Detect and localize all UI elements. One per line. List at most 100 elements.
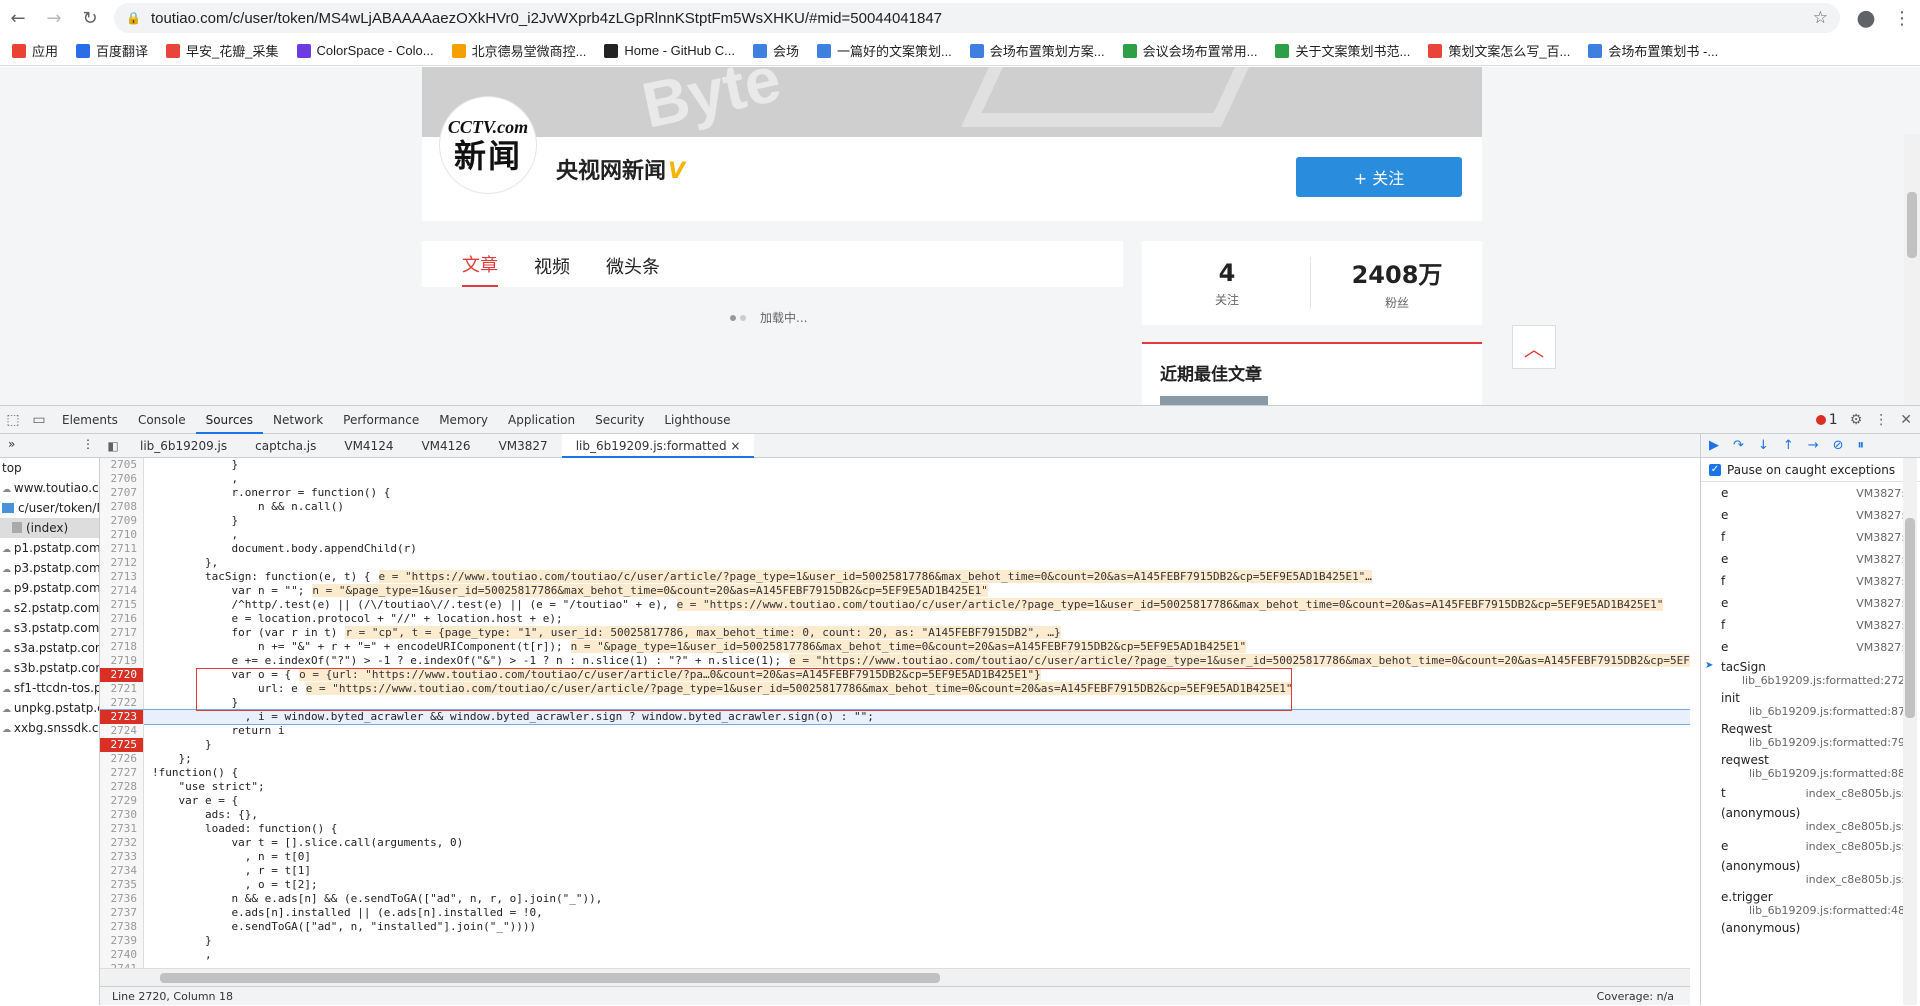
step-out-icon[interactable]: ↑ [1783,438,1794,453]
file-tree-item[interactable]: ☁ sf1-ttcdn-tos.psta [0,678,99,698]
breakpoint-line-number[interactable]: 2725 [100,738,144,752]
file-tree-item[interactable]: ☁ xxbg.snssdk.com [0,718,99,738]
bookmark-item[interactable]: 应用 [12,41,58,60]
line-number[interactable]: 2731 [100,822,144,836]
line-number[interactable]: 2740 [100,948,144,962]
line-number[interactable]: 2708 [100,500,144,514]
code-line[interactable]: 2707 r.onerror = function() { [100,486,1690,500]
bookmark-star-icon[interactable]: ☆ [1813,8,1828,28]
tab-1[interactable]: 视频 [534,253,570,287]
line-number[interactable]: 2727 [100,766,144,780]
line-number[interactable]: 2714 [100,584,144,598]
code-line[interactable]: 2723 , i = window.byted_acrawler && wind… [100,709,1690,725]
bookmark-item[interactable]: 百度翻译 [76,41,148,60]
page-scrollbar-thumb[interactable] [1907,192,1917,258]
bookmark-item[interactable]: 早安_花瓣_采集 [166,41,279,60]
step-over-icon[interactable]: ↷ [1733,438,1744,453]
more-panes-icon[interactable]: » [8,437,15,451]
line-number[interactable]: 2705 [100,458,144,472]
breakpoint-line-number[interactable]: 2723 [100,710,144,724]
step-into-icon[interactable]: ↓ [1758,438,1769,453]
call-frame[interactable]: tacSignlib_6b19209.js:formatted:2723 [1701,658,1920,689]
code-line[interactable]: 2713 tacSign: function(e, t) {e = "https… [100,570,1690,584]
code-editor[interactable]: 2705 } 2706 , 2707 r.onerror = function() … [100,458,1690,968]
line-number[interactable]: 2733 [100,850,144,864]
line-number[interactable]: 2729 [100,794,144,808]
step-icon[interactable]: → [1808,438,1819,453]
call-frame[interactable]: t index_c8e805b.js:2 [1701,782,1920,804]
pause-caught-exceptions-option[interactable]: ✓ Pause on caught exceptions [1701,458,1920,482]
code-line[interactable]: 2717 for (var r in t) r = "cp", t = {page… [100,626,1690,640]
call-frame[interactable]: init lib_6b19209.js:formatted:877 [1701,689,1920,720]
code-line[interactable]: 2714 var n = ""; n = "&page_type=1&user_i… [100,584,1690,598]
file-tree-item[interactable]: ☁ unpkg.pstatp.com [0,698,99,718]
breakpoint-line-number[interactable]: 2720 [100,668,144,682]
bookmark-item[interactable]: 会场布置策划方案... [969,41,1105,60]
bookmark-item[interactable]: 会场 [752,41,799,60]
resume-icon[interactable]: ▶ [1709,438,1719,453]
line-number[interactable]: 2715 [100,598,144,612]
code-line[interactable]: 2732 var t = [].slice.call(arguments, 0) [100,836,1690,850]
call-frame[interactable]: f VM3827:1 [1701,526,1920,548]
file-tree-item[interactable]: top [0,458,99,478]
address-bar[interactable]: 🔒 toutiao.com/c/user/token/MS4wLjABAAAAa… [114,3,1840,33]
devtools-tab-application[interactable]: Application [498,406,585,434]
back-to-top-icon[interactable]: ︿ [1512,325,1556,369]
bookmark-item[interactable]: 会场布置策划书 -... [1588,41,1718,60]
line-number[interactable]: 2710 [100,528,144,542]
page-scrollbar[interactable] [1904,134,1920,405]
call-frame[interactable]: e VM3827:1 [1701,636,1920,658]
line-number[interactable]: 2735 [100,878,144,892]
code-line[interactable]: 2706 , [100,472,1690,486]
code-line[interactable]: 2705 } [100,458,1690,472]
debugger-scrollbar[interactable] [1903,458,1917,1005]
navigator-menu-icon[interactable]: ⋮ [82,437,94,451]
call-frame[interactable]: e.trigger lib_6b19209.js:formatted:483 [1701,888,1920,919]
line-number[interactable]: 2724 [100,724,144,738]
code-line[interactable]: 2722 } [100,696,1690,710]
line-number[interactable]: 2717 [100,626,144,640]
line-number[interactable]: 2737 [100,906,144,920]
line-number[interactable]: 2706 [100,472,144,486]
call-frame[interactable]: e index_c8e805b.js:2 [1701,835,1920,857]
editor-tab[interactable]: VM4126 [407,434,484,458]
call-frame[interactable]: e VM3827:1 [1701,504,1920,526]
call-frame[interactable]: e VM3827:1 [1701,548,1920,570]
code-scrollbar-thumb[interactable] [160,973,940,983]
more-options-icon[interactable]: ⋮ [1874,412,1888,428]
file-tree-item[interactable]: ☁ s3a.pstatp.com [0,638,99,658]
call-frame[interactable]: (anonymous) index_c8e805b.js:2 [1701,857,1920,888]
pause-exceptions-icon[interactable]: ⏸ [1858,438,1865,453]
toggle-navigator-icon[interactable]: ◧ [100,439,126,453]
line-number[interactable]: 2719 [100,654,144,668]
line-number[interactable]: 2711 [100,542,144,556]
reload-icon[interactable]: ↻ [72,0,108,36]
call-frame[interactable]: Reqwest lib_6b19209.js:formatted:792 [1701,720,1920,751]
code-line[interactable]: 2729 var e = { [100,794,1690,808]
line-number[interactable]: 2728 [100,780,144,794]
file-tree-item[interactable]: c/user/token/M [0,498,99,518]
avatar[interactable]: CCTV.com 新闻 [440,97,536,193]
code-line[interactable]: 2738 e.sendToGA(["ad", n, "installed"].j… [100,920,1690,934]
checkbox-checked-icon[interactable]: ✓ [1709,463,1721,476]
line-number[interactable]: 2730 [100,808,144,822]
inspect-element-icon[interactable]: ⬚ [0,406,26,434]
line-number[interactable]: 2732 [100,836,144,850]
bookmark-item[interactable]: 北京德易堂微商控... [451,41,586,60]
code-line[interactable]: 2720 var o = {o = {url: "https://www.tou… [100,668,1690,682]
code-line[interactable]: 2711 document.body.appendChild(r) [100,542,1690,556]
code-line[interactable]: 2708 n && n.call() [100,500,1690,514]
code-line[interactable]: 2709 } [100,514,1690,528]
bookmark-item[interactable]: 策划文案怎么写_百... [1428,41,1570,60]
code-line[interactable]: 2721 url: e e = "https://www.toutiao.com/… [100,682,1690,696]
call-frame[interactable]: e VM3827:1 [1701,592,1920,614]
devtools-tab-performance[interactable]: Performance [333,406,429,434]
devtools-tab-lighthouse[interactable]: Lighthouse [654,406,740,434]
line-number[interactable]: 2709 [100,514,144,528]
line-number[interactable]: 2739 [100,934,144,948]
call-frame[interactable]: f VM3827:1 [1701,570,1920,592]
bookmark-item[interactable]: Home - GitHub C... [604,43,735,58]
code-line[interactable]: 2733 , n = t[0] [100,850,1690,864]
bookmark-item[interactable]: 会议会场布置常用... [1122,41,1257,60]
stat-item[interactable]: 2408万 粉丝 [1312,241,1482,325]
